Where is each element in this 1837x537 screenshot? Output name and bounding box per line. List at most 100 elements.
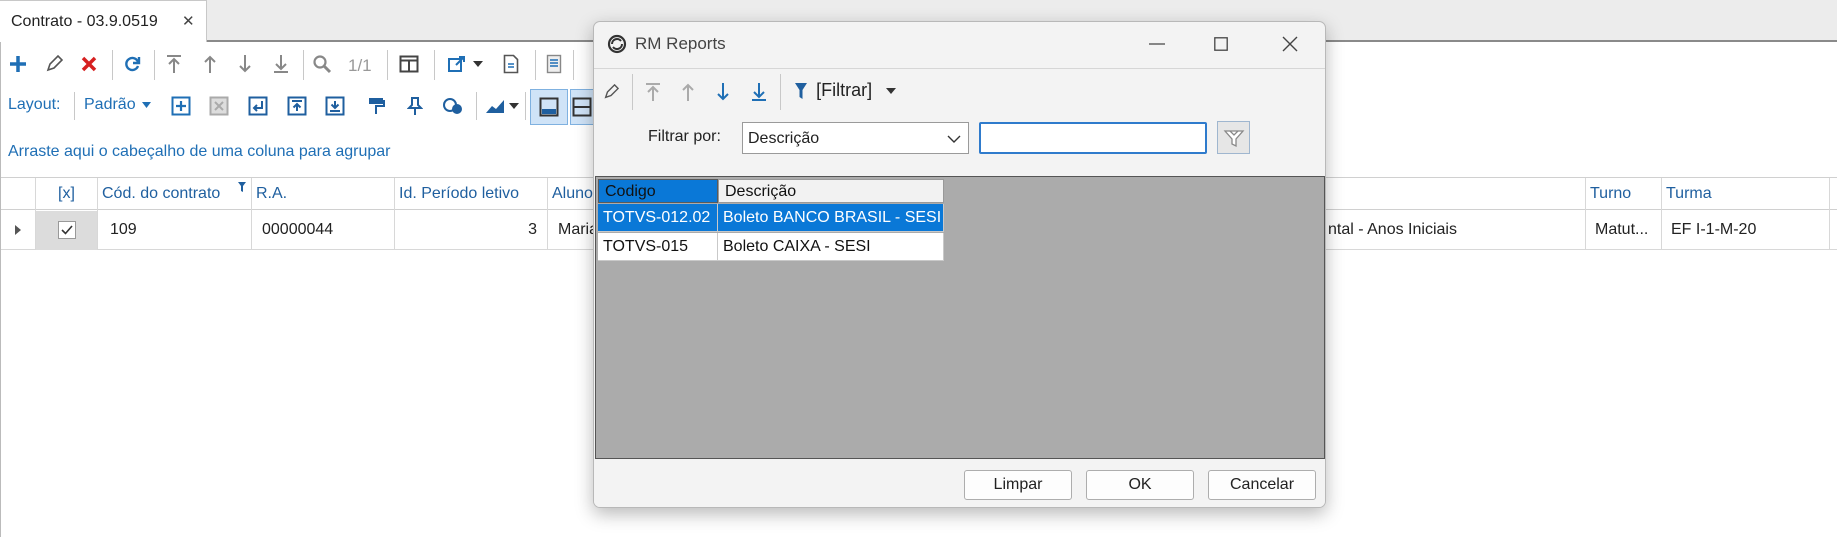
header-turma[interactable]: Turma	[1662, 178, 1830, 211]
chevron-down-icon	[947, 135, 961, 143]
lookup-header-codigo[interactable]: Codigo	[598, 179, 718, 203]
check-icon	[61, 225, 73, 235]
first-record-icon[interactable]	[162, 52, 186, 76]
apply-filter-button[interactable]	[1217, 121, 1250, 154]
previous-record-icon[interactable]	[676, 80, 700, 104]
search-icon[interactable]	[310, 52, 334, 76]
filter-text-input[interactable]	[979, 122, 1207, 154]
layout-select[interactable]: Padrão	[84, 96, 152, 114]
lookup-header-descricao[interactable]: Descrição	[718, 179, 944, 203]
delete-icon[interactable]	[77, 52, 101, 76]
tab-contrato[interactable]: Contrato - 03.9.0519 ✕	[0, 0, 207, 42]
filter-icon	[795, 82, 807, 99]
filter-menu-label: [Filtrar]	[816, 80, 873, 100]
previous-record-icon[interactable]	[198, 52, 222, 76]
chevron-down-icon	[142, 101, 152, 108]
toolbar-separator	[74, 92, 75, 120]
ok-button[interactable]: OK	[1086, 470, 1194, 500]
cell-periodo-letivo: 3	[395, 211, 548, 250]
lookup-row[interactable]: TOTVS-015 Boleto CAIXA - SESI	[598, 233, 944, 262]
edit-icon[interactable]	[42, 52, 66, 76]
export-icon[interactable]	[445, 52, 469, 76]
header-cod-contrato[interactable]: Cód. do contrato	[98, 178, 252, 211]
export-dropdown-icon[interactable]	[472, 58, 484, 70]
next-record-icon[interactable]	[233, 52, 257, 76]
header-select-all[interactable]: [x]	[36, 178, 98, 211]
filter-icon[interactable]	[238, 182, 246, 192]
chart-icon[interactable]	[483, 94, 507, 118]
dialog-footer: Limpar OK Cancelar	[594, 460, 1325, 507]
layout-toolbar: Layout: Padrão	[0, 88, 600, 126]
lookup-cell-codigo: TOTVS-015	[598, 233, 718, 261]
shapes-icon[interactable]	[441, 94, 465, 118]
cancel-button[interactable]: Cancelar	[1208, 470, 1316, 500]
dialog-titlebar[interactable]: RM Reports	[594, 22, 1325, 66]
rm-logo-icon	[606, 33, 628, 55]
filter-field-select[interactable]: Descrição	[742, 122, 969, 154]
toolbar-separator	[780, 74, 781, 110]
close-icon[interactable]	[1275, 32, 1305, 56]
move-up-icon[interactable]	[285, 94, 309, 118]
row-checkbox[interactable]	[58, 221, 76, 239]
toolbar-separator	[573, 50, 574, 80]
toolbar-separator	[476, 92, 477, 120]
move-down-icon[interactable]	[323, 94, 347, 118]
header-row-indicator	[0, 178, 36, 211]
detail-panel-icon[interactable]	[530, 89, 568, 125]
lookup-cell-descricao: Boleto BANCO BRASIL - SESI	[718, 204, 944, 232]
header-turno[interactable]: Turno	[1586, 178, 1662, 211]
header-label: Cód. do contrato	[102, 185, 221, 202]
document-icon[interactable]	[499, 52, 523, 76]
row-expand-icon[interactable]	[0, 211, 36, 250]
header-periodo-letivo[interactable]: Id. Período letivo	[395, 178, 548, 211]
group-by-area[interactable]: Arraste aqui o cabeçalho de uma coluna p…	[8, 143, 390, 161]
dialog-title: RM Reports	[635, 34, 726, 53]
last-record-icon[interactable]	[269, 52, 293, 76]
toolbar-separator	[387, 50, 388, 80]
pin-icon[interactable]	[403, 94, 427, 118]
cell-cod-contrato: 109	[98, 211, 252, 250]
filter-menu-button[interactable]: [Filtrar]	[794, 80, 897, 106]
main-toolbar: 1/1	[0, 46, 600, 86]
lookup-cell-descricao: Boleto CAIXA - SESI	[718, 233, 944, 261]
edit-icon[interactable]	[600, 80, 622, 104]
toolbar-separator	[535, 50, 536, 80]
toolbar-separator	[112, 50, 113, 80]
toolbar-separator	[632, 74, 633, 110]
toolbar-separator	[154, 50, 155, 80]
header-curso[interactable]	[1326, 178, 1586, 211]
header-next-column[interactable]	[1830, 178, 1837, 211]
cell-curso: ntal - Anos Iniciais	[1326, 211, 1586, 250]
add-group-icon[interactable]	[169, 94, 193, 118]
remove-group-icon[interactable]	[207, 94, 231, 118]
expand-icon[interactable]	[246, 94, 270, 118]
dialog-divider	[594, 68, 1325, 69]
lookup-grid: Codigo Descrição TOTVS-012.02 Boleto BAN…	[595, 176, 1325, 459]
add-icon[interactable]	[6, 52, 30, 76]
lookup-cell-codigo: TOTVS-012.02	[598, 204, 718, 232]
record-counter: 1/1	[348, 56, 372, 75]
format-paint-icon[interactable]	[364, 94, 388, 118]
minimize-icon[interactable]	[1142, 32, 1172, 56]
columns-icon[interactable]	[397, 52, 421, 76]
maximize-icon[interactable]	[1206, 32, 1236, 56]
cell-turno: Matut...	[1586, 211, 1662, 250]
refresh-icon[interactable]	[120, 52, 144, 76]
grid-left-border	[0, 42, 1, 537]
toolbar-separator	[434, 50, 435, 80]
last-record-icon[interactable]	[747, 80, 771, 104]
cell-ra: 00000044	[252, 211, 395, 250]
dialog-toolbar: [Filtrar]	[594, 72, 1325, 114]
tab-close-icon[interactable]: ✕	[182, 12, 195, 30]
toolbar-separator	[525, 92, 526, 120]
report-icon[interactable]	[542, 52, 566, 76]
clear-button[interactable]: Limpar	[964, 470, 1072, 500]
lookup-row[interactable]: TOTVS-012.02 Boleto BANCO BRASIL - SESI	[598, 204, 944, 233]
tab-title: Contrato - 03.9.0519	[11, 13, 158, 30]
chart-dropdown-icon[interactable]	[508, 100, 520, 112]
header-ra[interactable]: R.A.	[252, 178, 395, 211]
first-record-icon[interactable]	[641, 80, 665, 104]
filter-field-value: Descrição	[748, 130, 820, 147]
split-panel-icon[interactable]	[570, 89, 594, 125]
next-record-icon[interactable]	[711, 80, 735, 104]
